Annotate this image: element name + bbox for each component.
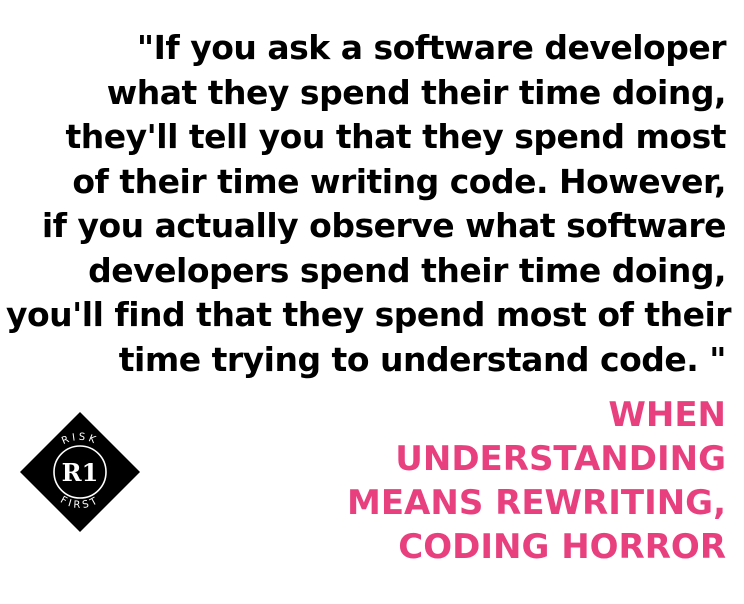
quote-line: what they spend their time doing, [106,72,727,112]
risk-first-logo: RISK FIRST R1 [20,412,140,532]
quote-line: developers spend their time doing, [88,250,726,290]
quote-line: if you actually observe what software [41,206,727,245]
logo-monogram: R1 [62,458,99,487]
quote-line: you'll find that they spend most of thei… [6,295,732,334]
quote-line: they'll tell you that they spend most [65,117,727,156]
quote-line: of their time writing code. However, [72,161,726,201]
source-line: CODING HORROR [398,527,726,567]
logo-diamond-icon: RISK FIRST R1 [20,412,140,532]
quote-text: "If you ask a software developer what th… [6,26,732,382]
quote-line: "If you ask a software developer [136,28,727,67]
source-line: WHEN [608,395,726,435]
quote-line: time trying to understand code. " [118,339,727,379]
quote-source: WHEN UNDERSTANDING MEANS REWRITING, CODI… [326,393,726,569]
source-line: MEANS REWRITING, [346,483,726,523]
source-line: UNDERSTANDING [395,439,726,479]
